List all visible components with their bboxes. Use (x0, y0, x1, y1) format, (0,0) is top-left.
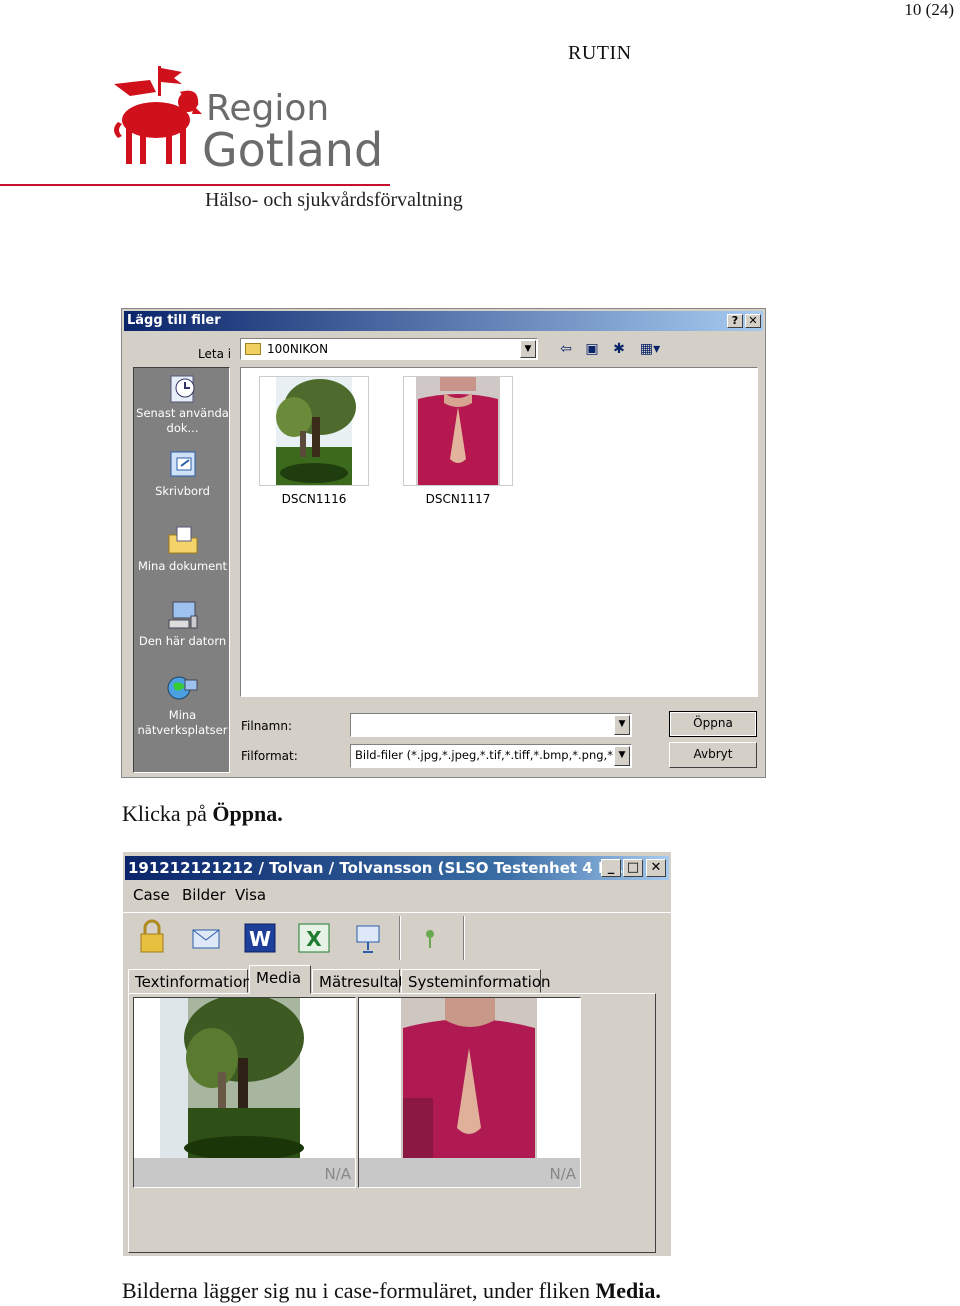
file-thumbnail[interactable] (259, 376, 369, 486)
excel-icon[interactable]: X (297, 918, 331, 956)
toolbar-divider (399, 916, 401, 960)
svg-text:W: W (249, 927, 271, 951)
place-label: Senast använda dok... (136, 406, 229, 435)
file-thumbnail[interactable] (403, 376, 513, 486)
back-icon[interactable]: ⇦ (556, 340, 576, 358)
up-folder-icon[interactable]: ▣ (582, 340, 602, 358)
department-name: Hälso- och sjukvårdsförvaltning (205, 189, 463, 211)
menu-case[interactable]: Case (133, 886, 170, 904)
help-button[interactable]: ? (727, 314, 743, 328)
header-rule (0, 184, 390, 186)
tab-media[interactable]: Media (249, 965, 311, 994)
chevron-down-icon[interactable]: ▼ (614, 715, 630, 735)
place-my-computer[interactable]: Den här datorn (134, 598, 231, 649)
place-network[interactable]: Mina nätverksplatser (134, 672, 231, 738)
caption-bold: Media. (595, 1278, 661, 1303)
caption-text: Bilderna lägger sig nu i case-formuläret… (122, 1278, 596, 1303)
filetype-select[interactable]: Bild-filer (*.jpg,*.jpeg,*.tif,*.tiff,*.… (350, 744, 632, 768)
tab-matresultat[interactable]: Mätresultat (312, 969, 405, 993)
lookin-value: 100NIKON (267, 342, 329, 356)
caption-text: Klicka på (122, 801, 213, 826)
tab-textinformation[interactable]: Textinformation (128, 969, 252, 993)
filename-label: Filnamn: (241, 719, 292, 733)
caption-click-open: Klicka på Öppna. (122, 801, 283, 827)
toolbar-divider (463, 916, 465, 960)
svg-text:X: X (306, 927, 322, 951)
file-name: DSCN1116 (281, 492, 347, 506)
place-desktop[interactable]: Skrivbord (134, 448, 231, 499)
ram-emblem-icon: Region Gotland (114, 66, 383, 177)
caption-bold: Öppna. (212, 801, 283, 826)
add-files-dialog: Lägg till filer ? ✕ Leta i 100NIKON ▼ ⇦ … (121, 308, 766, 778)
toolbar-separator (123, 912, 671, 913)
maximize-button[interactable]: □ (623, 859, 643, 877)
media-item[interactable]: N/A (133, 994, 356, 1188)
email-icon[interactable] (189, 918, 223, 956)
my-documents-icon (168, 526, 197, 554)
media-thumbnail-area (359, 998, 580, 1158)
media-label: N/A (549, 1165, 576, 1183)
lock-icon[interactable] (135, 918, 169, 956)
desktop-icon (170, 451, 195, 477)
caption-media-tab: Bilderna lägger sig nu i case-formuläret… (122, 1278, 661, 1304)
presentation-icon[interactable] (351, 918, 385, 956)
dialog-title: Lägg till filer (127, 313, 221, 328)
place-label: Mina dokument (137, 559, 228, 573)
place-label: Skrivbord (155, 484, 210, 498)
folder-icon (245, 343, 261, 355)
dialog-titlebar: Lägg till filer ? ✕ (124, 311, 763, 331)
tree-photo-thumbnail (276, 377, 356, 485)
place-label: Mina nätverksplatser (137, 708, 228, 737)
network-places-icon (167, 676, 197, 700)
filetype-value: Bild-filer (*.jpg,*.jpeg,*.tif,*.tiff,*.… (355, 748, 632, 762)
menu-bilder[interactable]: Bilder (182, 886, 226, 904)
filename-input[interactable]: ▼ (350, 713, 632, 737)
logo-text-gotland: Gotland (202, 123, 383, 174)
view-menu-icon[interactable]: ▦▾ (636, 340, 664, 358)
window-titlebar: 191212121212 / Tolvan / Tolvansson (SLSO… (125, 856, 669, 880)
my-computer-icon (168, 601, 197, 629)
file-list: DSCN1116 DSCN1117 (240, 367, 758, 697)
page-number: 10 (24) (904, 0, 954, 19)
place-my-documents[interactable]: Mina dokument (134, 523, 231, 574)
chevron-down-icon[interactable]: ▼ (614, 746, 630, 766)
new-folder-icon[interactable]: ✱ (609, 340, 629, 358)
lookin-combo[interactable]: 100NIKON ▼ (240, 338, 538, 360)
places-bar: Senast använda dok... Skrivbord Mina dok… (133, 367, 230, 773)
window-title: 191212121212 / Tolvan / Tolvansson (SLSO… (128, 859, 624, 877)
chevron-down-icon[interactable]: ▼ (520, 340, 536, 358)
region-gotland-logo: Region Gotland (110, 62, 390, 177)
lookin-label: Leta i (198, 347, 232, 361)
cancel-button[interactable]: Avbryt (669, 742, 757, 768)
media-thumbnail-area (134, 994, 355, 1160)
place-label: Den här datorn (138, 634, 227, 648)
media-item[interactable]: N/A (358, 997, 581, 1188)
menu-visa[interactable]: Visa (235, 886, 266, 904)
file-name: DSCN1117 (425, 492, 491, 506)
word-icon[interactable]: W (243, 918, 277, 956)
woman-photo-thumbnail (416, 377, 500, 485)
case-form-window: 191212121212 / Tolvan / Tolvansson (SLSO… (123, 852, 671, 1256)
recent-docs-icon (170, 375, 194, 403)
close-button[interactable]: ✕ (745, 314, 761, 328)
place-recent[interactable]: Senast använda dok... (134, 370, 231, 436)
filetype-label: Filformat: (241, 749, 298, 763)
minimize-button[interactable]: _ (601, 859, 621, 877)
tab-systeminformation[interactable]: Systeminformation (401, 969, 551, 993)
document-type: RUTIN (568, 42, 632, 64)
close-button[interactable]: ✕ (646, 859, 666, 877)
media-label: N/A (324, 1165, 351, 1183)
open-button[interactable]: Öppna (669, 711, 757, 737)
pin-icon[interactable] (413, 918, 447, 956)
woman-photo-thumbnail (401, 998, 537, 1158)
tree-photo-thumbnail (160, 994, 304, 1160)
